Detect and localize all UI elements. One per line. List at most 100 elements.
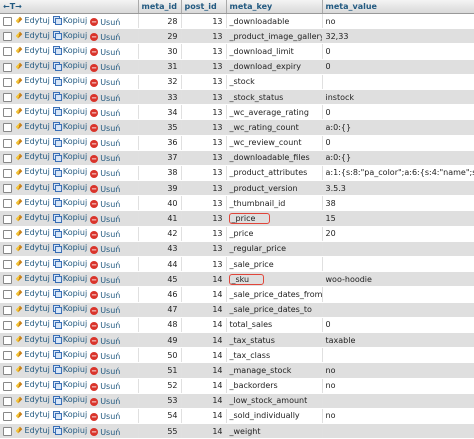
copy-button[interactable]: Kopiuj (52, 395, 87, 405)
table-row[interactable]: Edytuj Kopiuj − Usuń 37 13 _downloadable_files… (0, 150, 474, 166)
copy-button[interactable]: Kopiuj (52, 365, 87, 375)
row-checkbox[interactable] (3, 168, 12, 178)
copy-button[interactable]: Kopiuj (52, 92, 87, 102)
table-row[interactable]: Edytuj Kopiuj − Usuń 42 13 _price 20 (0, 226, 474, 242)
edit-button[interactable]: Edytuj (15, 183, 50, 192)
delete-button[interactable]: − Usuń (90, 261, 120, 270)
table-row[interactable]: Edytuj Kopiuj − Usuń 50 14 _tax_class (0, 347, 474, 364)
edit-button[interactable]: Edytuj (15, 259, 50, 268)
delete-button[interactable]: − Usuń (90, 321, 120, 330)
meta-value-header[interactable]: meta_value (322, 0, 474, 14)
delete-button[interactable]: − Usuń (90, 428, 120, 437)
row-checkbox[interactable] (3, 153, 12, 163)
row-checkbox[interactable] (3, 260, 12, 270)
row-checkbox[interactable] (3, 396, 12, 406)
table-row[interactable]: Edytuj Kopiuj − Usuń 53 14 _low_stock_amount (0, 393, 474, 409)
copy-button[interactable]: Kopiuj (52, 61, 87, 71)
delete-button[interactable]: − Usuń (90, 63, 120, 72)
table-row[interactable]: Edytuj Kopiuj − Usuń 41 13 _price 15 (0, 210, 474, 227)
table-row[interactable]: Edytuj Kopiuj − Usuń 48 14 total_sales 0 (0, 317, 474, 333)
row-checkbox[interactable] (3, 411, 12, 421)
copy-button[interactable]: Kopiuj (52, 16, 87, 26)
row-checkbox[interactable] (3, 62, 12, 72)
delete-button[interactable]: − Usuń (90, 169, 120, 178)
table-row[interactable]: Edytuj Kopiuj − Usuń 51 14 _manage_stock no (0, 362, 474, 379)
table-row[interactable]: Edytuj Kopiuj − Usuń 43 13 _regular_price (0, 241, 474, 258)
edit-button[interactable]: Edytuj (15, 152, 50, 161)
delete-button[interactable]: − Usuń (90, 185, 120, 194)
row-checkbox[interactable] (3, 381, 12, 391)
delete-button[interactable]: − Usuń (90, 397, 120, 406)
delete-button[interactable]: − Usuń (90, 215, 120, 224)
post-id-header[interactable]: post_id (181, 0, 227, 14)
delete-button[interactable]: − Usuń (90, 48, 120, 57)
edit-button[interactable]: Edytuj (15, 319, 50, 328)
edit-button[interactable]: Edytuj (15, 31, 50, 40)
table-row[interactable]: Edytuj Kopiuj − Usuń 44 13 _sale_price (0, 256, 474, 273)
table-row[interactable]: Edytuj Kopiuj − Usuń 47 14 _sale_price_dates_t… (0, 302, 474, 318)
edit-button[interactable]: Edytuj (15, 167, 50, 176)
edit-button[interactable]: Edytuj (15, 61, 50, 70)
row-checkbox[interactable] (3, 244, 12, 254)
edit-button[interactable]: Edytuj (15, 380, 50, 389)
copy-button[interactable]: Kopiuj (52, 243, 87, 253)
delete-button[interactable]: − Usuń (90, 412, 120, 421)
delete-button[interactable]: − Usuń (90, 276, 120, 285)
delete-button[interactable]: − Usuń (90, 124, 120, 133)
copy-button[interactable]: Kopiuj (52, 198, 87, 208)
copy-button[interactable]: Kopiuj (52, 46, 87, 56)
table-row[interactable]: Edytuj Kopiuj − Usuń 38 13 _product_attributes… (0, 165, 474, 182)
delete-button[interactable]: − Usuń (90, 306, 120, 315)
row-checkbox[interactable] (3, 290, 12, 300)
delete-button[interactable]: − Usuń (90, 200, 120, 209)
row-checkbox[interactable] (3, 17, 12, 27)
copy-button[interactable]: Kopiuj (52, 183, 87, 193)
edit-button[interactable]: Edytuj (15, 228, 50, 237)
edit-button[interactable]: Edytuj (15, 122, 50, 131)
edit-button[interactable]: Edytuj (15, 198, 50, 207)
copy-button[interactable]: Kopiuj (52, 152, 87, 162)
delete-button[interactable]: − Usuń (90, 94, 120, 103)
edit-button[interactable]: Edytuj (15, 107, 50, 116)
row-checkbox[interactable] (3, 47, 12, 57)
delete-button[interactable]: − Usuń (90, 139, 120, 148)
row-checkbox[interactable] (3, 138, 12, 148)
copy-button[interactable]: Kopiuj (52, 335, 87, 345)
table-row[interactable]: Edytuj Kopiuj − Usuń 33 13 _stock_status instoc… (0, 89, 474, 106)
copy-button[interactable]: Kopiuj (52, 76, 87, 86)
delete-button[interactable]: − Usuń (90, 154, 120, 163)
table-row[interactable]: Edytuj Kopiuj − Usuń 32 13 _stock (0, 74, 474, 90)
row-checkbox[interactable] (3, 184, 12, 194)
table-row[interactable]: Edytuj Kopiuj − Usuń 46 14 _sale_price_dates_f… (0, 286, 474, 303)
delete-button[interactable]: − Usuń (90, 337, 120, 346)
copy-button[interactable]: Kopiuj (52, 31, 87, 41)
edit-button[interactable]: Edytuj (15, 365, 50, 374)
copy-button[interactable]: Kopiuj (52, 304, 87, 314)
delete-button[interactable]: − Usuń (90, 245, 120, 254)
delete-button[interactable]: − Usuń (90, 367, 120, 376)
row-checkbox[interactable] (3, 229, 12, 239)
edit-button[interactable]: Edytuj (15, 289, 50, 298)
meta-id-header[interactable]: meta_id (138, 0, 182, 14)
row-checkbox[interactable] (3, 351, 12, 361)
table-row[interactable]: Edytuj Kopiuj − Usuń 31 13 _download_expiry 0 (0, 59, 474, 75)
row-checkbox[interactable] (3, 305, 12, 315)
column-arrows-header[interactable]: ←T→ (0, 0, 139, 14)
delete-button[interactable]: − Usuń (90, 230, 120, 239)
table-row[interactable]: Edytuj Kopiuj − Usuń 28 13 _downloadable no (0, 13, 474, 30)
edit-button[interactable]: Edytuj (15, 304, 50, 313)
table-row[interactable]: Edytuj Kopiuj − Usuń 35 13 _wc_rating_count a:0… (0, 119, 474, 136)
copy-button[interactable]: Kopiuj (52, 319, 87, 329)
copy-button[interactable]: Kopiuj (52, 107, 87, 117)
table-row[interactable]: Edytuj Kopiuj − Usuń 55 14 _weight (0, 423, 474, 439)
copy-button[interactable]: Kopiuj (52, 380, 87, 390)
row-checkbox[interactable] (3, 336, 12, 346)
edit-button[interactable]: Edytuj (15, 76, 50, 85)
copy-button[interactable]: Kopiuj (52, 137, 87, 147)
delete-button[interactable]: − Usuń (90, 109, 120, 118)
row-checkbox[interactable] (3, 77, 12, 87)
copy-button[interactable]: Kopiuj (52, 167, 87, 177)
edit-button[interactable]: Edytuj (15, 243, 50, 252)
edit-button[interactable]: Edytuj (15, 274, 50, 283)
column-resize-arrows[interactable]: ←T→ (3, 2, 22, 11)
